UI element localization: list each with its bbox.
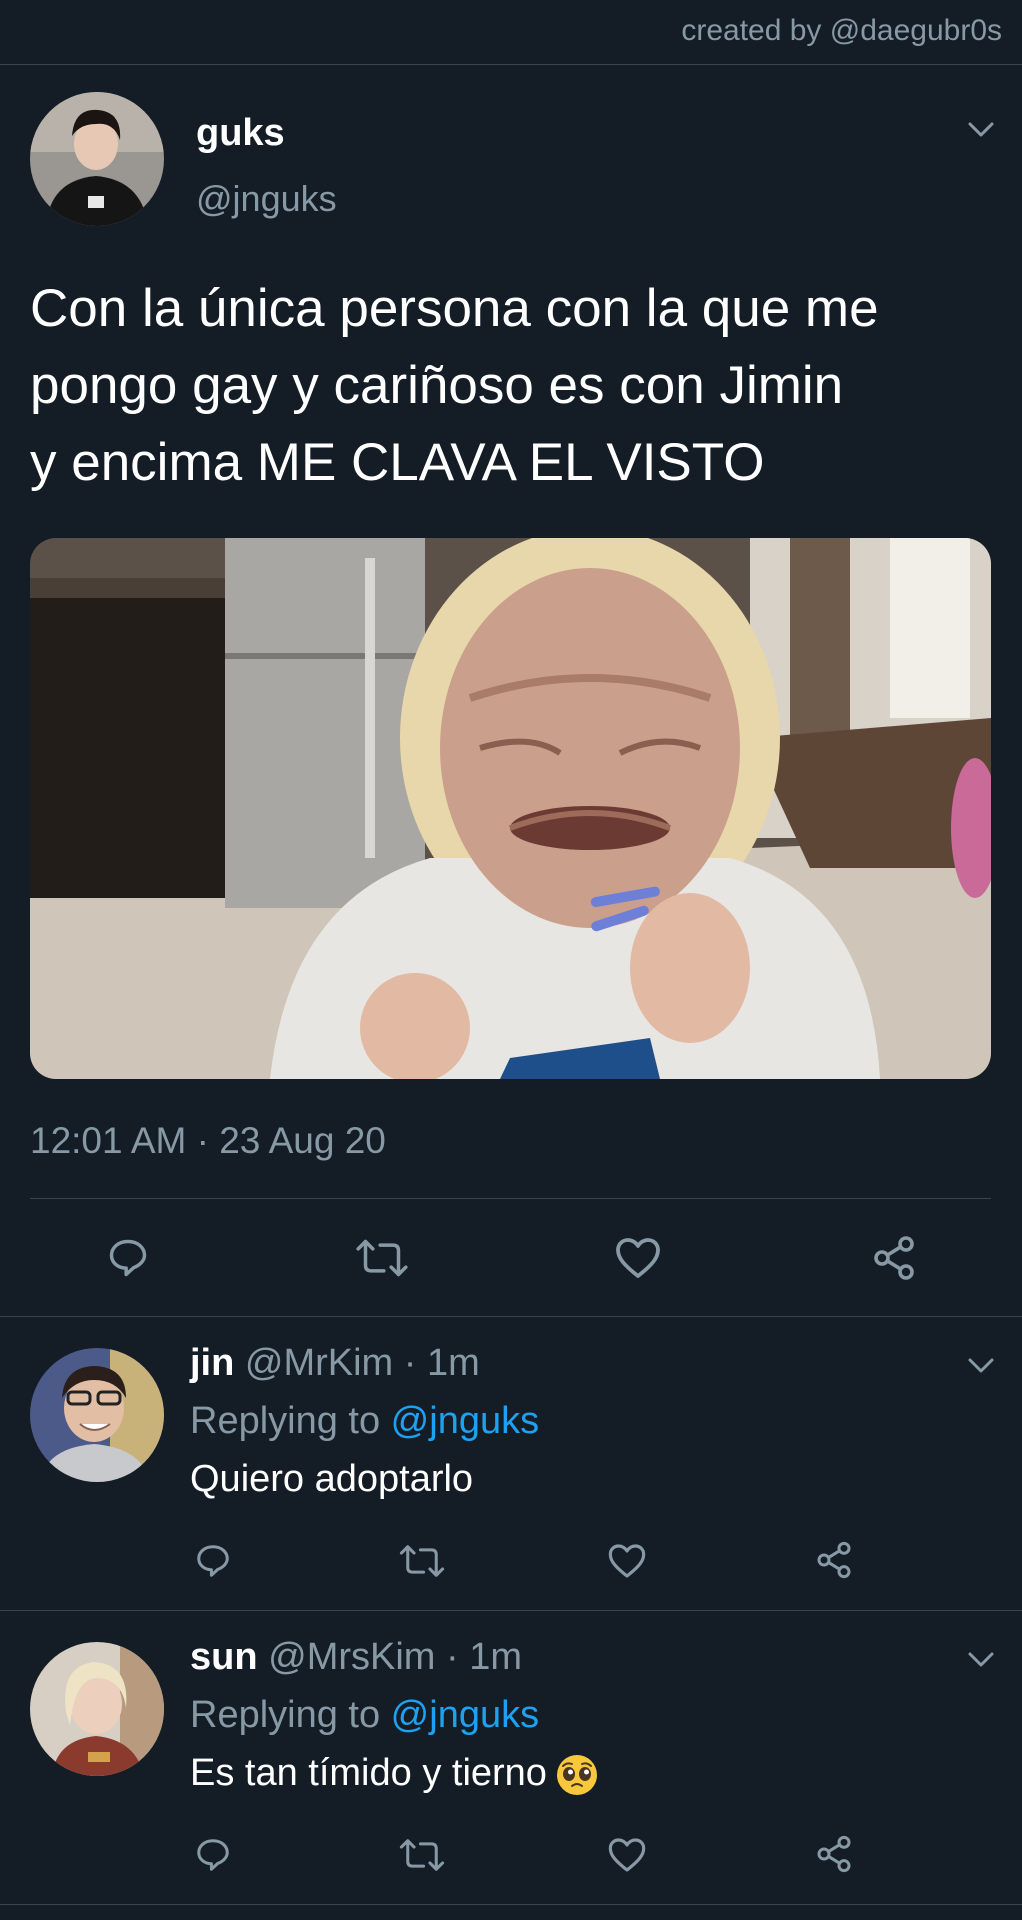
retweet-icon[interactable] xyxy=(398,1836,446,1874)
reply-icon[interactable] xyxy=(194,1542,232,1580)
divider xyxy=(0,1316,1022,1317)
reply-text: Es tan tímido y tierno xyxy=(190,1752,547,1794)
retweet-icon[interactable] xyxy=(398,1542,446,1580)
avatar[interactable] xyxy=(30,1348,164,1482)
reply-meta: @MrsKim · 1m xyxy=(257,1636,523,1678)
like-icon[interactable] xyxy=(607,1836,647,1874)
author-handle[interactable]: @jnguks xyxy=(196,178,337,220)
reply-author-name[interactable]: jin xyxy=(190,1342,234,1384)
author-name[interactable]: guks xyxy=(196,112,285,155)
reply-icon[interactable] xyxy=(194,1836,232,1874)
replying-prefix: Replying to xyxy=(190,1400,391,1442)
replying-handle-link[interactable]: @jnguks xyxy=(391,1694,539,1736)
replying-to: Replying to @jnguks xyxy=(190,1400,539,1443)
replying-prefix: Replying to xyxy=(190,1694,391,1736)
share-icon[interactable] xyxy=(814,1834,854,1874)
pleading-face-emoji-icon xyxy=(556,1754,597,1795)
chevron-down-icon[interactable] xyxy=(968,1358,994,1374)
share-icon[interactable] xyxy=(814,1540,854,1580)
divider xyxy=(0,64,1022,65)
reply-header: sun @MrsKim · 1m xyxy=(190,1636,522,1679)
avatar[interactable] xyxy=(30,1642,164,1776)
replying-handle-link[interactable]: @jnguks xyxy=(391,1400,539,1442)
divider xyxy=(0,1904,1022,1905)
divider xyxy=(0,1610,1022,1611)
watermark-credit: created by @daegubr0s xyxy=(681,14,1002,47)
reply-text: Quiero adoptarlo xyxy=(190,1458,474,1500)
replying-to: Replying to @jnguks xyxy=(190,1694,539,1737)
tweet-media-image[interactable] xyxy=(30,538,991,1079)
tweet-timestamp[interactable]: 12:01 AM · 23 Aug 20 xyxy=(30,1120,386,1162)
reply-author-name[interactable]: sun xyxy=(190,1636,258,1678)
chevron-down-icon[interactable] xyxy=(968,122,994,138)
reply-text-row: Es tan tímido y tierno xyxy=(190,1752,599,1797)
retweet-icon[interactable] xyxy=(354,1236,410,1280)
reply-icon[interactable] xyxy=(106,1236,150,1280)
share-icon[interactable] xyxy=(870,1234,918,1282)
chevron-down-icon[interactable] xyxy=(968,1652,994,1668)
like-icon[interactable] xyxy=(607,1542,647,1580)
reply-header: jin @MrKim · 1m xyxy=(190,1342,480,1385)
divider xyxy=(30,1198,991,1199)
reply-meta: @MrKim · 1m xyxy=(234,1342,480,1384)
avatar[interactable] xyxy=(30,92,164,226)
tweet-text: Con la única persona con la que me pongo… xyxy=(30,279,879,492)
like-icon[interactable] xyxy=(614,1236,662,1280)
